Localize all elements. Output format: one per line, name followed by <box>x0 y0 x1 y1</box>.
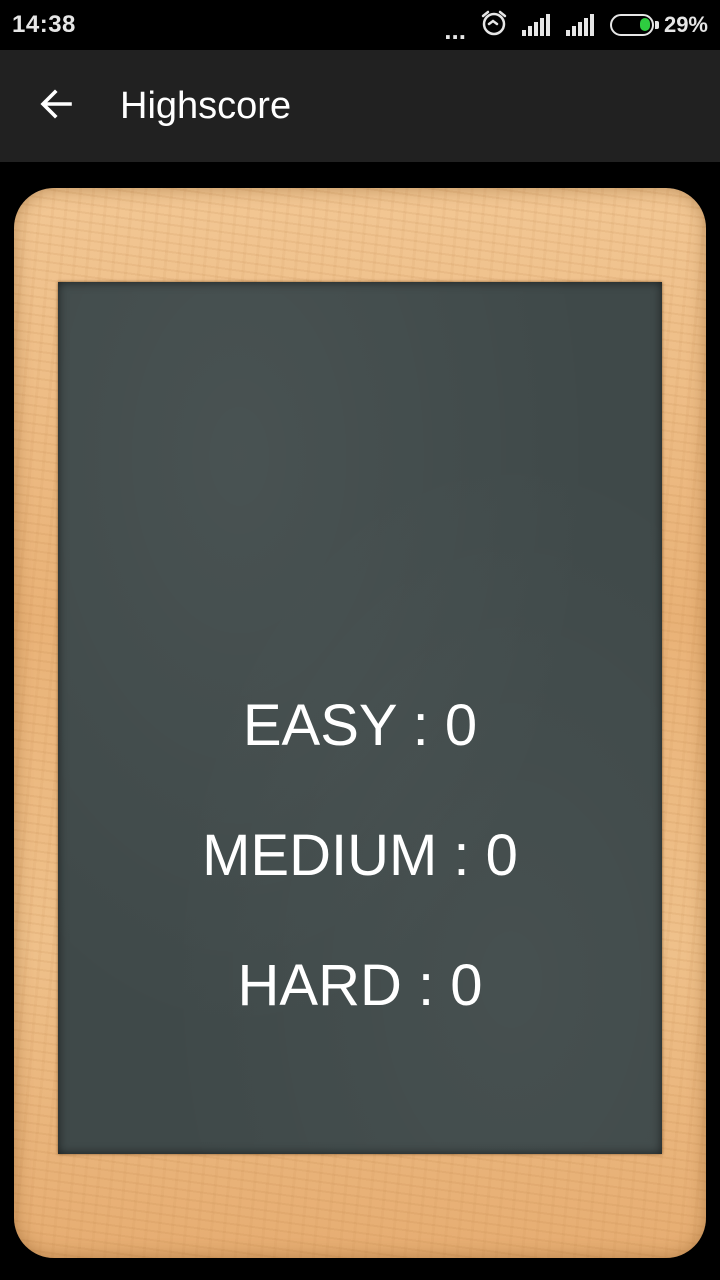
battery-fill <box>639 18 650 31</box>
back-button[interactable] <box>0 50 112 162</box>
status-time: 14:38 <box>12 11 76 38</box>
score-hard: HARD : 0 <box>237 953 483 1018</box>
score-medium: MEDIUM : 0 <box>202 823 518 888</box>
alarm-icon <box>480 9 508 42</box>
score-easy: EASY : 0 <box>242 693 478 758</box>
battery-icon <box>609 14 659 36</box>
app-bar: Highscore <box>0 50 720 162</box>
score-list: EASY : 0 MEDIUM : 0 HARD : 0 <box>58 282 662 1154</box>
battery-percent: 29% <box>663 12 708 37</box>
notification-dots: ... <box>444 15 466 45</box>
status-bar: 14:38 ... 29% <box>0 0 720 50</box>
battery-tip <box>654 21 659 29</box>
status-icons: ... 29% <box>430 9 708 45</box>
signal-icon <box>521 14 552 36</box>
signal-icon <box>565 14 596 36</box>
screen: 14:38 ... 29% Highscore EASY: 0 MEDIUM … <box>0 0 720 1280</box>
arrow-left-icon <box>36 84 76 129</box>
chalkboard: EASY : 0 MEDIUM : 0 HARD : 0 <box>58 282 662 1154</box>
page-title: Highscore <box>120 84 292 127</box>
chalkboard-frame: EASY : 0 MEDIUM : 0 HARD : 0 <box>14 188 706 1258</box>
